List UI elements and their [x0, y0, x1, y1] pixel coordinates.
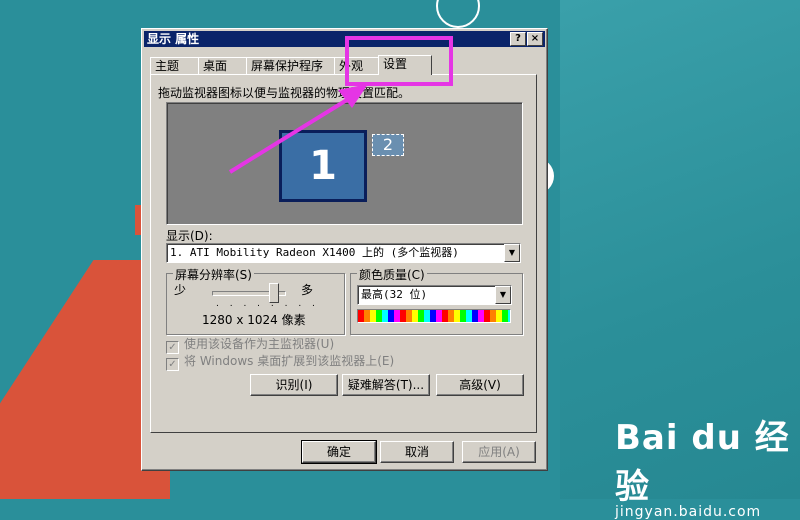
resolution-less-label: 少: [174, 283, 187, 297]
window-title: 显示 属性: [147, 32, 200, 46]
identify-button[interactable]: 识别(I): [250, 374, 338, 396]
resolution-value: 1280 x 1024 像素: [202, 313, 306, 327]
troubleshoot-button[interactable]: 疑难解答(T)...: [342, 374, 430, 396]
ok-button[interactable]: 确定: [301, 440, 377, 464]
color-quality-value: 最高(32 位): [361, 288, 428, 301]
cancel-button[interactable]: 取消: [380, 441, 454, 463]
display-select-value: 1. ATI Mobility Radeon X1400 上的 (多个监视器): [170, 246, 459, 259]
close-button[interactable]: ×: [527, 32, 543, 46]
checkbox-extend-label: 将 Windows 桌面扩展到该监视器上(E): [184, 354, 395, 368]
tab-settings[interactable]: 设置: [378, 55, 432, 75]
display-label: 显示(D):: [166, 229, 213, 243]
monitor-2-icon[interactable]: 2: [372, 134, 404, 156]
color-palette-preview: [357, 309, 511, 323]
apply-button[interactable]: 应用(A): [462, 441, 536, 463]
resolution-more-label: 多: [301, 283, 314, 297]
instruction-text: 拖动监视器图标以便与监视器的物理设置匹配。: [158, 86, 411, 100]
desktop-circle: [436, 0, 480, 28]
color-quality-group-title: 颜色质量(C): [357, 266, 427, 283]
chevron-down-icon[interactable]: ▼: [504, 244, 520, 262]
checkbox-extend-box[interactable]: ✓: [166, 358, 179, 371]
tab-screensaver[interactable]: 屏幕保护程序: [246, 57, 336, 74]
resolution-slider-ticks: . . . . . . . .: [216, 299, 319, 309]
checkbox-extend-desktop[interactable]: ✓ 将 Windows 桌面扩展到该监视器上(E): [166, 352, 394, 371]
monitor-arrangement-area: 1 2: [166, 102, 523, 225]
help-button[interactable]: ?: [510, 32, 526, 46]
tab-theme[interactable]: 主题: [150, 57, 200, 74]
color-quality-select[interactable]: 最高(32 位) ▼: [357, 285, 512, 305]
tab-desktop[interactable]: 桌面: [198, 57, 248, 74]
chevron-down-icon[interactable]: ▼: [495, 286, 511, 304]
monitor-1-icon[interactable]: 1: [279, 130, 367, 202]
display-select[interactable]: 1. ATI Mobility Radeon X1400 上的 (多个监视器) …: [166, 243, 521, 263]
display-properties-window: 显示 属性 ? × 主题 桌面 屏幕保护程序 外观 设置 拖动监视器图标以便与监…: [141, 28, 548, 471]
baidu-watermark: Bai du 经验 jingyan.baidu.com: [615, 410, 800, 520]
baidu-logo: Bai du 经验: [615, 418, 790, 507]
advanced-button[interactable]: 高级(V): [436, 374, 524, 396]
checkbox-primary-label: 使用该设备作为主监视器(U): [184, 337, 335, 351]
baidu-url: jingyan.baidu.com: [615, 504, 762, 520]
